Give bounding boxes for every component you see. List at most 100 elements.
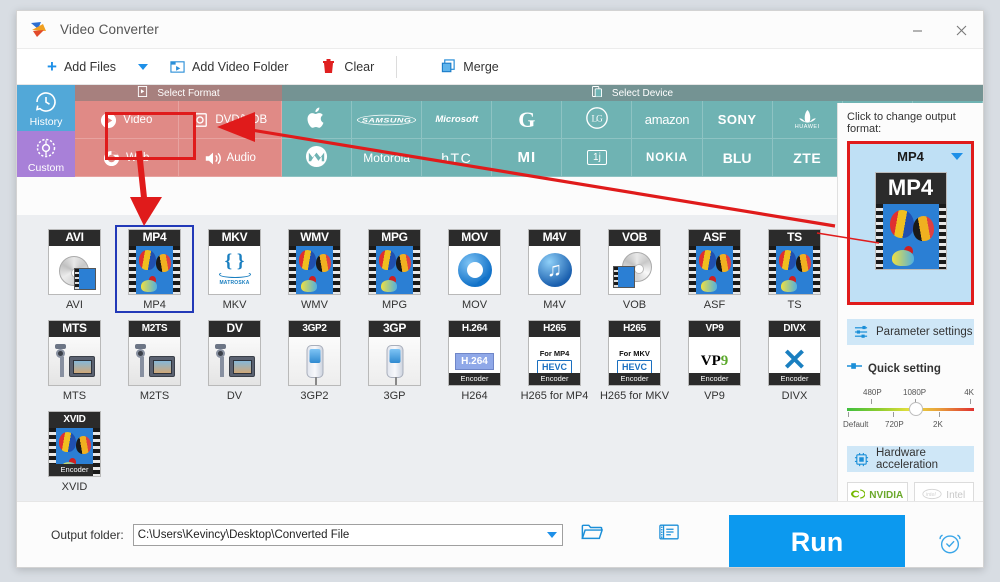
- xvid-icon: XVID Encoder: [48, 411, 101, 477]
- sidebar-item-history[interactable]: History: [17, 85, 75, 131]
- parameter-settings-button[interactable]: Parameter settings: [847, 319, 974, 345]
- format-tile-h265-mp4[interactable]: H265 For MP4 HEVC Encoder H265 for MP4: [515, 316, 594, 404]
- dv-icon: DV: [208, 320, 261, 386]
- tile-caption: H265: [609, 321, 660, 337]
- format-category-dvd[interactable]: DVD/VOB: [178, 101, 282, 139]
- format-tile-h265-mkv[interactable]: H265 For MKV HEVC Encoder H265 for MKV: [595, 316, 674, 404]
- quality-label-4k: 4K: [964, 388, 974, 397]
- format-tile-vp9[interactable]: VP9 VP9 Encoder VP9: [675, 316, 754, 404]
- browse-folder-button[interactable]: [581, 523, 603, 546]
- huawei-wordmark: HUAWEI: [794, 123, 820, 130]
- format-tile-avi[interactable]: AVI AVI: [35, 225, 114, 313]
- add-video-folder-button[interactable]: Add Video Folder: [162, 49, 296, 85]
- tile-label: H264: [461, 390, 488, 402]
- media-info-button[interactable]: [658, 523, 679, 546]
- output-format-box[interactable]: MP4 MP4: [847, 141, 974, 305]
- output-folder-dropdown[interactable]: [543, 525, 562, 545]
- device-brand-sony[interactable]: SONY: [702, 101, 773, 139]
- format-tile-mts[interactable]: MTS MTS: [35, 316, 114, 404]
- device-icon: [591, 85, 607, 101]
- plus-icon: +: [47, 57, 57, 76]
- format-category-label: Audio: [226, 151, 256, 164]
- tile-caption: MP4: [129, 230, 180, 246]
- mov-icon: MOV: [448, 229, 501, 295]
- add-files-button[interactable]: + Add Files: [39, 49, 124, 85]
- tile-label: MOV: [461, 299, 488, 311]
- format-category-audio[interactable]: Audio: [178, 139, 282, 177]
- format-tile-divx[interactable]: DIVX ✕ Encoder DIVX: [755, 316, 834, 404]
- format-tile-3gp2[interactable]: 3GP2 3GP2: [275, 316, 354, 404]
- svg-text:intel: intel: [926, 492, 937, 498]
- format-tile-mov[interactable]: MOV MOV: [435, 225, 514, 313]
- device-brand-microsoft[interactable]: Microsoft: [422, 101, 493, 139]
- h264-badge: H.264: [455, 352, 494, 370]
- merge-button[interactable]: Merge: [433, 49, 506, 85]
- format-category-web[interactable]: Web: [75, 139, 179, 177]
- device-brand-nokia[interactable]: NOKIA: [632, 139, 703, 177]
- device-brand-htc[interactable]: hTC: [422, 139, 493, 177]
- format-tile-vob[interactable]: VOB VOB: [595, 225, 674, 313]
- sidebar-item-custom[interactable]: Custom: [17, 131, 75, 177]
- device-brand-apple[interactable]: [282, 101, 353, 139]
- bottom-bar: Output folder: C:\Users\Kevincy\Desktop\…: [17, 501, 983, 567]
- chip-icon: [854, 452, 869, 467]
- device-brand-huawei[interactable]: HUAWEI: [772, 101, 843, 139]
- format-tile-m4v[interactable]: M4V ♫ M4V: [515, 225, 594, 313]
- chevron-down-icon[interactable]: [951, 153, 963, 160]
- format-tile-mkv[interactable]: MKV { } MATROSKA MKV: [195, 225, 274, 313]
- device-brand-google[interactable]: G: [492, 101, 563, 139]
- device-brand-zte[interactable]: ZTE: [772, 139, 843, 177]
- chevron-down-icon: [547, 531, 558, 538]
- select-device-label: Select Device: [611, 87, 674, 99]
- device-brand-samsung[interactable]: SAMSUNG: [352, 101, 423, 139]
- format-tile-mpg[interactable]: MPG MPG: [355, 225, 434, 313]
- play-circle-icon: [100, 112, 117, 129]
- format-tile-wmv[interactable]: WMV WMV: [275, 225, 354, 313]
- quality-slider[interactable]: 480P 1080P 4K Default 720P 2K: [843, 388, 974, 432]
- format-tile-row: AVI AVI MP4 MP4 MKV { } MATROSKA MKV WMV…: [35, 225, 839, 313]
- format-tile-m2ts[interactable]: M2TS M2TS: [115, 316, 194, 404]
- tile-label: MKV: [222, 299, 247, 311]
- tile-caption: DV: [209, 321, 260, 337]
- lenovo-logo: Motorola: [363, 150, 410, 165]
- format-category-row: Web Audio: [75, 139, 282, 177]
- tile-label: VP9: [704, 390, 725, 402]
- clear-button[interactable]: Clear: [314, 49, 382, 85]
- chevron-down-icon: [138, 63, 149, 70]
- format-category-video[interactable]: Video: [75, 101, 179, 139]
- close-button[interactable]: [939, 11, 983, 49]
- device-brand-motorola[interactable]: [282, 139, 353, 177]
- output-format-header: MP4: [850, 149, 971, 164]
- select-format-header: Select Format: [75, 85, 282, 101]
- huawei-logo: HUAWEI: [795, 109, 820, 131]
- format-tile-dv[interactable]: DV DV: [195, 316, 274, 404]
- lg-logo: L G: [585, 106, 609, 133]
- format-tile-asf[interactable]: ASF ASF: [675, 225, 754, 313]
- accelerator-label: Intel: [946, 489, 966, 501]
- mkv-icon: MKV { } MATROSKA: [208, 229, 261, 295]
- format-tile-mp4[interactable]: MP4 MP4: [115, 225, 194, 313]
- add-files-dropdown[interactable]: [124, 49, 162, 85]
- output-folder-input[interactable]: C:\Users\Kevincy\Desktop\Converted File: [132, 523, 563, 546]
- hardware-acceleration-button[interactable]: Hardware acceleration: [847, 446, 974, 472]
- device-brand-blu[interactable]: BLU: [702, 139, 773, 177]
- format-tile-ts[interactable]: TS TS: [755, 225, 834, 313]
- run-button[interactable]: Run: [729, 515, 905, 567]
- tile-caption: VP9: [689, 321, 740, 337]
- encoder-label: Encoder: [529, 373, 580, 385]
- device-brand-one[interactable]: 1j: [562, 139, 633, 177]
- device-brand-lg[interactable]: L G: [562, 101, 633, 139]
- device-brand-xiaomi[interactable]: MI: [492, 139, 563, 177]
- device-brand-amazon[interactable]: amazon: [632, 101, 703, 139]
- tile-caption: MOV: [449, 230, 500, 246]
- tile-label: MPG: [381, 299, 408, 311]
- wmv-icon: WMV: [288, 229, 341, 295]
- tile-caption: AVI: [49, 230, 100, 246]
- format-tile-h264[interactable]: H.264 H.264 Encoder H264: [435, 316, 514, 404]
- format-tile-3gp[interactable]: 3GP 3GP: [355, 316, 434, 404]
- device-brand-lenovo[interactable]: Motorola: [352, 139, 423, 177]
- format-tile-xvid[interactable]: XVID Encoder XVID: [35, 407, 114, 495]
- tile-label: DIVX: [781, 390, 808, 402]
- minimize-button[interactable]: [895, 11, 939, 49]
- alarm-clock-button[interactable]: [937, 530, 963, 561]
